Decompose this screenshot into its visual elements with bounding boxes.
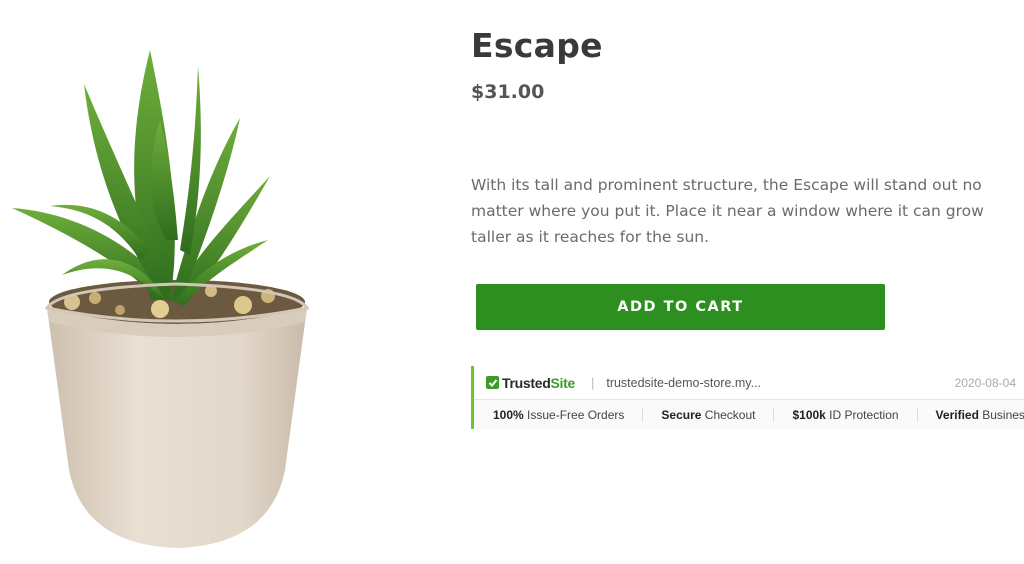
trustedsite-badge[interactable]: Trusted Site | trustedsite-demo-store.my.… <box>471 366 1024 429</box>
trustedsite-logo[interactable]: Trusted Site <box>486 375 575 391</box>
store-url[interactable]: trustedsite-demo-store.my... <box>606 376 761 390</box>
description-line: taller as it reaches for the sun. <box>471 228 710 246</box>
badge-id-protection: $100k ID Protection <box>774 407 918 422</box>
check-icon <box>486 376 499 389</box>
description-line: With its tall and prominent structure, t… <box>471 176 982 194</box>
product-title: Escape <box>471 26 603 65</box>
badge-verified-business: Verified Business <box>935 407 1024 422</box>
description-line: matter where you put it. Place it near a… <box>471 202 984 220</box>
trust-header: Trusted Site | trustedsite-demo-store.my.… <box>474 366 1024 400</box>
brand-name: Trusted <box>502 374 551 391</box>
succulent-plant-icon <box>12 50 310 548</box>
product-image <box>0 30 340 555</box>
brand-name-accent: Site <box>550 374 575 391</box>
trust-badges-row: 100% Issue-Free Orders Secure Checkout $… <box>474 400 1024 429</box>
trust-date: 2020-08-04 <box>954 375 1016 390</box>
divider: | <box>590 375 595 390</box>
add-to-cart-button[interactable]: ADD TO CART <box>476 284 885 330</box>
product-description: With its tall and prominent structure, t… <box>471 172 1024 250</box>
badge-issue-free: 100% Issue-Free Orders <box>474 407 644 422</box>
product-price: $31.00 <box>471 81 545 103</box>
badge-secure-checkout: Secure Checkout <box>643 407 775 422</box>
